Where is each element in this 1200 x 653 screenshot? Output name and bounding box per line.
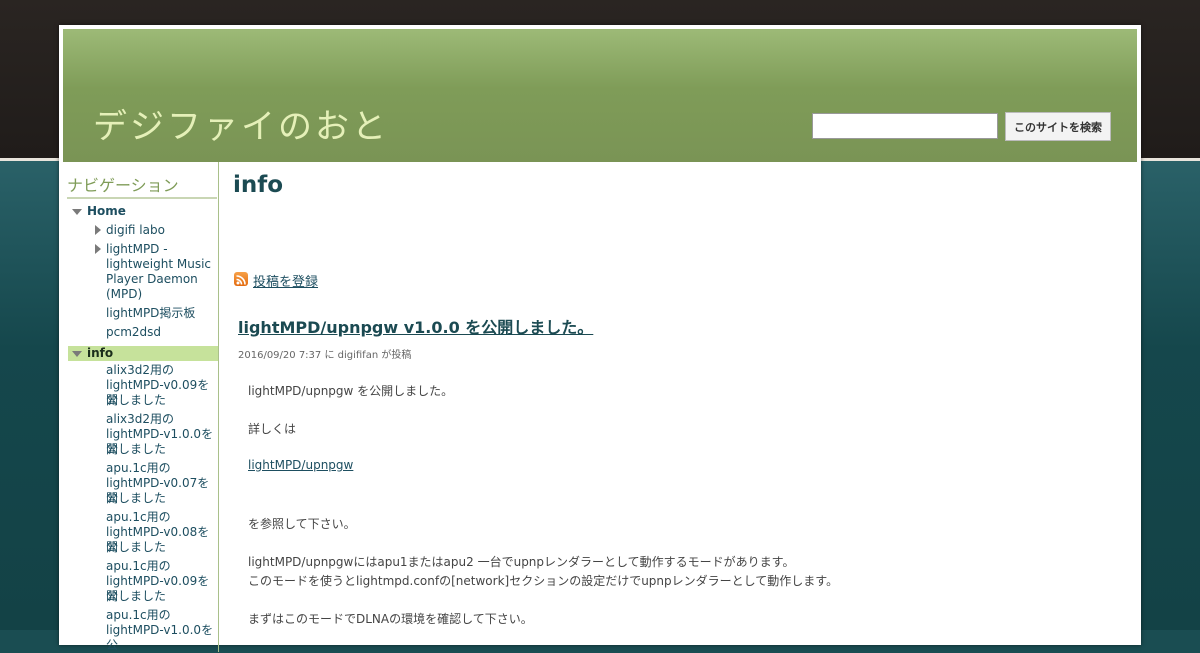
site-title[interactable]: デジファイのおと bbox=[93, 99, 389, 148]
sidebar-item-lightmpd[interactable]: lightMPD - bbox=[106, 242, 168, 257]
expand-right-icon[interactable] bbox=[95, 244, 101, 254]
rss-icon[interactable] bbox=[234, 272, 248, 286]
sidebar-subitem-apu-008-line3[interactable]: 開しました bbox=[106, 540, 166, 555]
site-header: デジファイのおと このサイトを検索 bbox=[63, 29, 1137, 162]
search-input[interactable] bbox=[812, 113, 998, 139]
sidebar-item-lightmpd-line4[interactable]: (MPD) bbox=[106, 287, 142, 302]
post-text: 詳しくは bbox=[248, 422, 297, 436]
post-text: まずはこのモードでDLNAの環境を確認して下さい。 bbox=[248, 612, 533, 626]
expand-right-icon[interactable] bbox=[95, 225, 101, 235]
sidebar-item-lightmpd-board[interactable]: lightMPD掲示板 bbox=[106, 306, 195, 321]
main-content: info 投稿を登録 lightMPD/upnpgw v1.0.0 を公開しまし… bbox=[229, 162, 1129, 652]
upnpgw-link[interactable]: lightMPD/upnpgw bbox=[248, 458, 353, 472]
post-text: lightMPD/upnpgw を公開しました。 bbox=[248, 384, 454, 398]
sidebar: ナビゲーション Home digifi labo lightMPD - ligh… bbox=[63, 162, 219, 652]
sidebar-subitem-apu-100[interactable]: apu.1c用の bbox=[106, 608, 171, 623]
sidebar-subitem-apu-007[interactable]: apu.1c用の bbox=[106, 461, 171, 476]
sidebar-item-info[interactable]: info bbox=[68, 346, 218, 361]
sidebar-subitem-alix-100[interactable]: alix3d2用の bbox=[106, 412, 174, 427]
sidebar-item-lightmpd-line3[interactable]: Player Daemon bbox=[106, 272, 198, 287]
sidebar-subitem-alix-009[interactable]: alix3d2用の bbox=[106, 363, 174, 378]
sidebar-item-digifi-labo[interactable]: digifi labo bbox=[106, 223, 165, 238]
sidebar-subitem-alix-009-line3[interactable]: 開しました bbox=[106, 393, 166, 408]
expand-down-icon[interactable] bbox=[72, 351, 82, 357]
nav-heading: ナビゲーション bbox=[67, 172, 217, 199]
page-title: info bbox=[233, 172, 284, 198]
post-title-link[interactable]: lightMPD/upnpgw v1.0.0 を公開しました。 bbox=[238, 314, 593, 338]
sidebar-subitem-apu-008[interactable]: apu.1c用の bbox=[106, 510, 171, 525]
sidebar-item-pcm2dsd[interactable]: pcm2dsd bbox=[106, 325, 161, 340]
sidebar-item-home[interactable]: Home bbox=[87, 204, 126, 219]
sidebar-subitem-apu-009-line3[interactable]: 開しました bbox=[106, 589, 166, 604]
sidebar-subitem-apu-007-line3[interactable]: 開しました bbox=[106, 491, 166, 506]
sidebar-subitem-apu-009[interactable]: apu.1c用の bbox=[106, 559, 171, 574]
post-text: を参照して下さい。 bbox=[248, 517, 356, 531]
post-text: このモードを使うとlightmpd.confの[network]セクションの設定… bbox=[248, 574, 839, 588]
post-meta: 2016/09/20 7:37 に digififan が投稿 bbox=[238, 350, 412, 361]
sidebar-subitem-alix-100-line3[interactable]: 開しました bbox=[106, 442, 166, 457]
subscribe-link[interactable]: 投稿を登録 bbox=[253, 271, 318, 290]
search-button[interactable]: このサイトを検索 bbox=[1005, 112, 1111, 141]
sidebar-subitem-apu-100-line2[interactable]: lightMPD-v1.0.0を公 bbox=[106, 623, 218, 653]
sidebar-item-lightmpd-line2[interactable]: lightweight Music bbox=[106, 257, 211, 272]
page-container: デジファイのおと このサイトを検索 ナビゲーション Home digifi la… bbox=[59, 25, 1141, 652]
expand-down-icon[interactable] bbox=[72, 209, 82, 215]
post-text: lightMPD/upnpgwにはapu1またはapu2 一台でupnpレンダラ… bbox=[248, 555, 795, 569]
sidebar-item-info-label: info bbox=[87, 346, 114, 360]
